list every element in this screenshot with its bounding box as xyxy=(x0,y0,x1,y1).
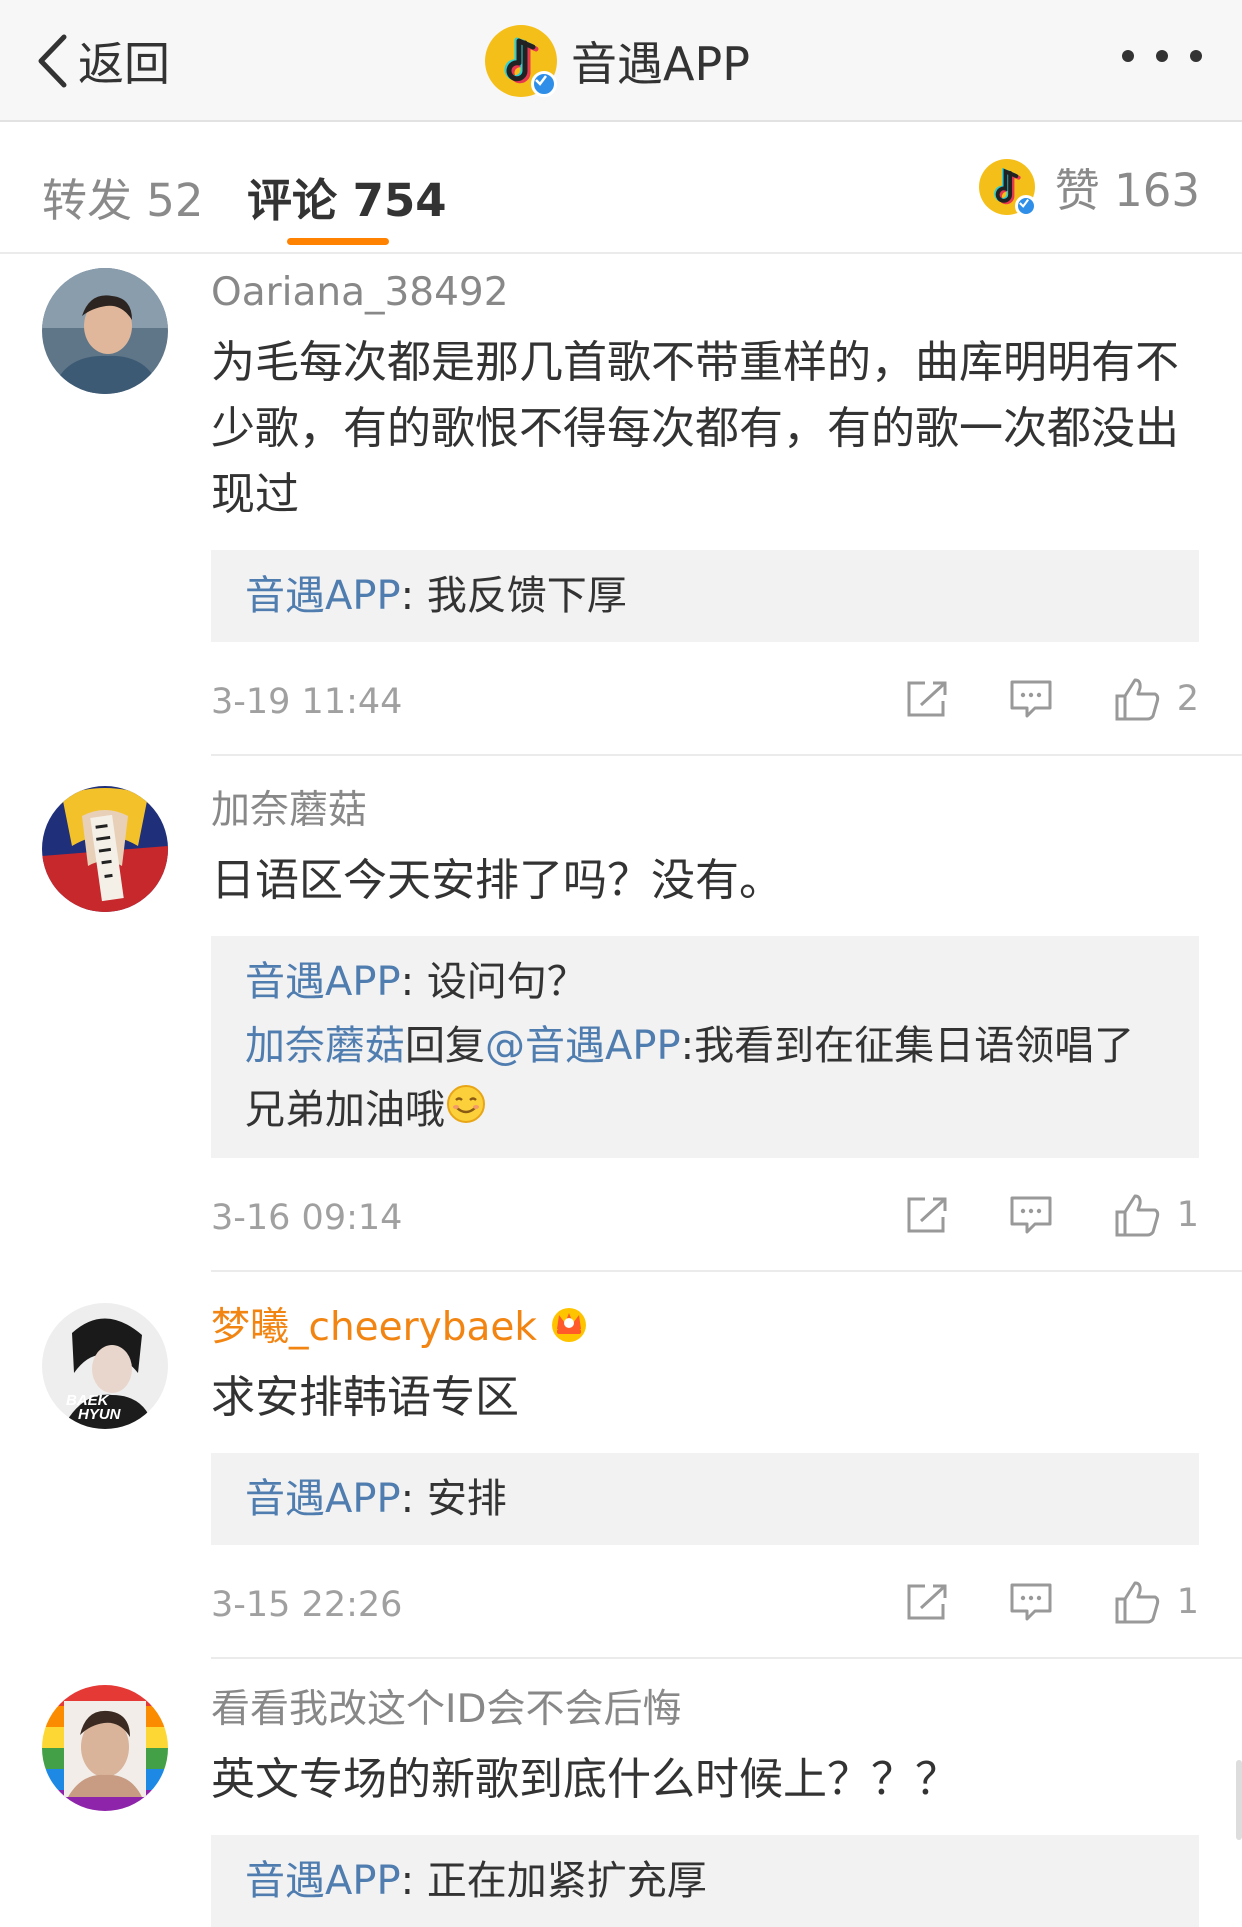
reply-line: 音遇APP: 正在加紧扩充厚 xyxy=(245,1849,1165,1913)
tab-bar: 转发 52 评论 754 赞 163 xyxy=(0,124,1242,254)
reply-box[interactable]: 音遇APP: 安排 xyxy=(211,1453,1199,1545)
comment-username[interactable]: 看看我改这个ID会不会后悔 xyxy=(211,1685,1199,1735)
reply-text: 安排 xyxy=(426,1476,507,1522)
reply-line: 音遇APP: 设问句？ xyxy=(245,950,1165,1014)
comment-meta: 3-16 09:14 1 xyxy=(211,1170,1199,1270)
reply-author[interactable]: 音遇APP xyxy=(245,1476,401,1522)
share-icon xyxy=(907,1584,947,1620)
divider xyxy=(211,1270,1242,1272)
comment-actions: 2 xyxy=(845,676,1199,722)
back-label: 返回 xyxy=(78,37,170,91)
divider xyxy=(211,754,1242,756)
avatar-brand-text: HYUN xyxy=(78,1406,122,1423)
comment-button[interactable] xyxy=(1009,679,1053,719)
comment-meta: 3-15 22:26 1 xyxy=(211,1557,1199,1657)
reply-separator: : xyxy=(680,1023,695,1069)
comment-time: 3-19 11:44 xyxy=(211,682,403,722)
app-logo-icon xyxy=(485,25,557,97)
reply-separator: : xyxy=(400,573,427,619)
comment-text: 求安排韩语专区 xyxy=(211,1372,519,1423)
comment-username[interactable]: 梦曦_cheerybaek xyxy=(211,1303,1199,1353)
like-count: 2 xyxy=(1176,679,1199,719)
reply-line: 加奈蘑菇回复@音遇APP:我看到在征集日语领唱了 兄弟加油哦 xyxy=(245,1014,1165,1144)
reply-box[interactable]: 音遇APP: 正在加紧扩充厚 xyxy=(211,1835,1199,1927)
thumbs-up-icon xyxy=(1115,1194,1159,1237)
reply-mention[interactable]: @音遇APP xyxy=(485,1023,681,1069)
reply-text: 设问句？ xyxy=(426,959,587,1005)
comment-actions: 1 xyxy=(845,1579,1199,1625)
share-button[interactable] xyxy=(905,1195,949,1235)
comment-button[interactable] xyxy=(1009,1582,1053,1622)
share-button[interactable] xyxy=(905,1582,949,1622)
share-button[interactable] xyxy=(905,679,949,719)
avatar[interactable] xyxy=(42,786,168,912)
comment-body: Oariana_38492 为毛每次都是那几首歌不带重样的，曲库明明有不少歌，有… xyxy=(211,268,1242,756)
comment-username[interactable]: Oariana_38492 xyxy=(211,268,1199,318)
scrollbar[interactable] xyxy=(1236,1760,1242,1840)
reply-separator: : xyxy=(400,1858,427,1904)
like-button[interactable]: 2 xyxy=(1113,676,1199,722)
thumbs-up-icon xyxy=(1115,678,1159,721)
active-tab-indicator xyxy=(287,238,389,245)
like-count: 1 xyxy=(1176,1582,1199,1622)
reply-author[interactable]: 加奈蘑菇 xyxy=(245,1023,405,1069)
reply-separator: : xyxy=(400,1476,427,1522)
comment-button[interactable] xyxy=(1009,1195,1053,1235)
comment-username[interactable]: 加奈蘑菇 xyxy=(211,786,1199,836)
comment-text: 为毛每次都是那几首歌不带重样的，曲库明明有不少歌，有的歌恨不得每次都有，有的歌一… xyxy=(211,337,1179,520)
reply-line: 音遇APP: 我反馈下厚 xyxy=(245,564,1165,628)
avatar[interactable] xyxy=(42,268,168,394)
nav-title-text: 音遇APP xyxy=(571,37,750,91)
share-icon xyxy=(907,681,947,717)
comment-username-text: 梦曦_cheerybaek xyxy=(211,1305,537,1350)
like-button[interactable]: 1 xyxy=(1113,1579,1199,1625)
comment-actions: 1 xyxy=(845,1192,1199,1238)
comment-body: 加奈蘑菇 日语区今天安排了吗？没有。 音遇APP: 设问句？ 加奈蘑菇回复@音遇… xyxy=(211,786,1242,1272)
thumbs-up-icon xyxy=(1115,1581,1159,1624)
avatar[interactable]: BAEK HYUN xyxy=(42,1303,168,1429)
comment-body: 梦曦_cheerybaek 求安排韩语专区 音遇APP: 安排 3-15 22:… xyxy=(211,1303,1242,1659)
reply-verb: 回复 xyxy=(405,1023,485,1069)
comment-body: 看看我改这个ID会不会后悔 英文专场的新歌到底什么时候上？？？ 音遇APP: 正… xyxy=(211,1685,1199,1927)
reply-author[interactable]: 音遇APP xyxy=(245,959,401,1005)
dot-icon xyxy=(1122,50,1134,62)
reply-text: 正在加紧扩充厚 xyxy=(426,1858,707,1904)
tab-like[interactable]: 赞 163 xyxy=(978,154,1200,219)
tab-comment[interactable]: 评论 754 xyxy=(247,164,447,229)
dot-icon xyxy=(1190,50,1202,62)
reply-text: 我反馈下厚 xyxy=(426,573,627,619)
comment-icon xyxy=(1010,1583,1052,1621)
dot-icon xyxy=(1156,50,1168,62)
comment-text: 日语区今天安排了吗？没有。 xyxy=(211,855,783,906)
vip-crown-icon xyxy=(547,1303,591,1356)
nav-bar: 返回 音遇APP xyxy=(0,0,1242,122)
reply-author[interactable]: 音遇APP xyxy=(245,573,401,619)
like-count: 1 xyxy=(1176,1195,1199,1235)
comment-text: 英文专场的新歌到底什么时候上？？？ xyxy=(211,1754,959,1805)
share-icon xyxy=(907,1197,947,1233)
reply-box[interactable]: 音遇APP: 设问句？ 加奈蘑菇回复@音遇APP:我看到在征集日语领唱了 兄弟加… xyxy=(211,936,1199,1158)
comment-time: 3-15 22:26 xyxy=(211,1585,403,1625)
verified-badge-icon xyxy=(531,71,557,97)
comment-icon xyxy=(1010,1196,1052,1234)
back-button[interactable]: 返回 xyxy=(36,26,170,96)
reply-author[interactable]: 音遇APP xyxy=(245,1858,401,1904)
chevron-left-icon xyxy=(38,34,67,88)
reply-line: 音遇APP: 安排 xyxy=(245,1467,1165,1531)
smile-emoji-icon xyxy=(445,1080,487,1144)
divider xyxy=(211,1657,1242,1659)
nav-title: 音遇APP xyxy=(485,20,750,102)
like-button[interactable]: 1 xyxy=(1113,1192,1199,1238)
tab-repost[interactable]: 转发 52 xyxy=(42,164,204,229)
more-options-button[interactable] xyxy=(1122,36,1202,76)
reply-separator: : xyxy=(400,959,427,1005)
comment-time: 3-16 09:14 xyxy=(211,1198,403,1238)
avatar[interactable] xyxy=(42,1685,168,1811)
app-logo-icon xyxy=(978,158,1037,217)
reply-box[interactable]: 音遇APP: 我反馈下厚 xyxy=(211,550,1199,642)
comment-meta: 3-19 11:44 2 xyxy=(211,654,1199,754)
verified-badge-icon xyxy=(1014,194,1037,217)
tab-like-label: 赞 163 xyxy=(1054,164,1200,217)
comment-icon xyxy=(1010,680,1052,718)
